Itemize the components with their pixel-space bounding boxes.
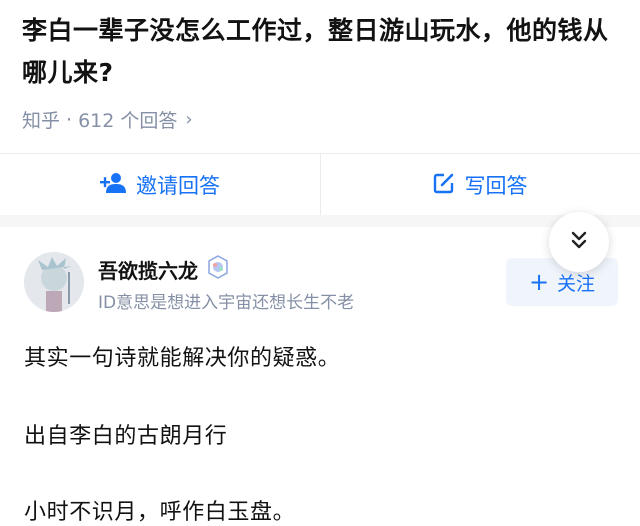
section-divider-band [0, 215, 640, 227]
double-chevron-down-icon [569, 230, 589, 254]
add-user-icon [100, 172, 126, 199]
invite-answer-button[interactable]: 邀请回答 [0, 154, 320, 216]
collapse-button[interactable] [549, 212, 609, 272]
answer-line-2: 出自李白的古朗月行 [24, 424, 228, 449]
author-bio: ID意思是想进入宇宙还想长生不老 [98, 293, 355, 313]
answer-line-3: 小时不识月，呼作白玉盘。 [24, 500, 296, 525]
author-row: 吾欲揽六龙 ID意思是想进入宇宙还想长生不老 + 关注 [0, 227, 640, 322]
answer-page: 李白一辈子没怎么工作过，整日游山玩水，他的钱从哪儿来? 知乎 · 612 个回答… [0, 0, 640, 526]
edit-icon [433, 172, 455, 199]
chevron-right-icon: › [185, 109, 193, 130]
question-title[interactable]: 李白一辈子没怎么工作过，整日游山玩水，他的钱从哪儿来? [22, 10, 622, 94]
verified-badge-icon [206, 255, 230, 284]
action-bar: 邀请回答 写回答 [0, 153, 640, 216]
answer-count: 612 个回答 [78, 110, 178, 132]
invite-answer-label: 邀请回答 [136, 174, 220, 198]
source-label: 知乎 [22, 110, 61, 132]
write-answer-label: 写回答 [464, 174, 528, 198]
author-name[interactable]: 吾欲揽六龙 [98, 255, 230, 284]
write-answer-button[interactable]: 写回答 [320, 154, 640, 216]
plus-icon: + [528, 268, 550, 296]
answer-line-1: 其实一句诗就能解决你的疑惑。 [24, 346, 341, 371]
question-meta[interactable]: 知乎 · 612 个回答 › [22, 106, 193, 133]
meta-separator: · [66, 108, 73, 131]
author-name-text: 吾欲揽六龙 [98, 259, 198, 283]
follow-label: 关注 [557, 272, 596, 295]
avatar[interactable] [24, 252, 84, 312]
action-divider [320, 154, 321, 216]
